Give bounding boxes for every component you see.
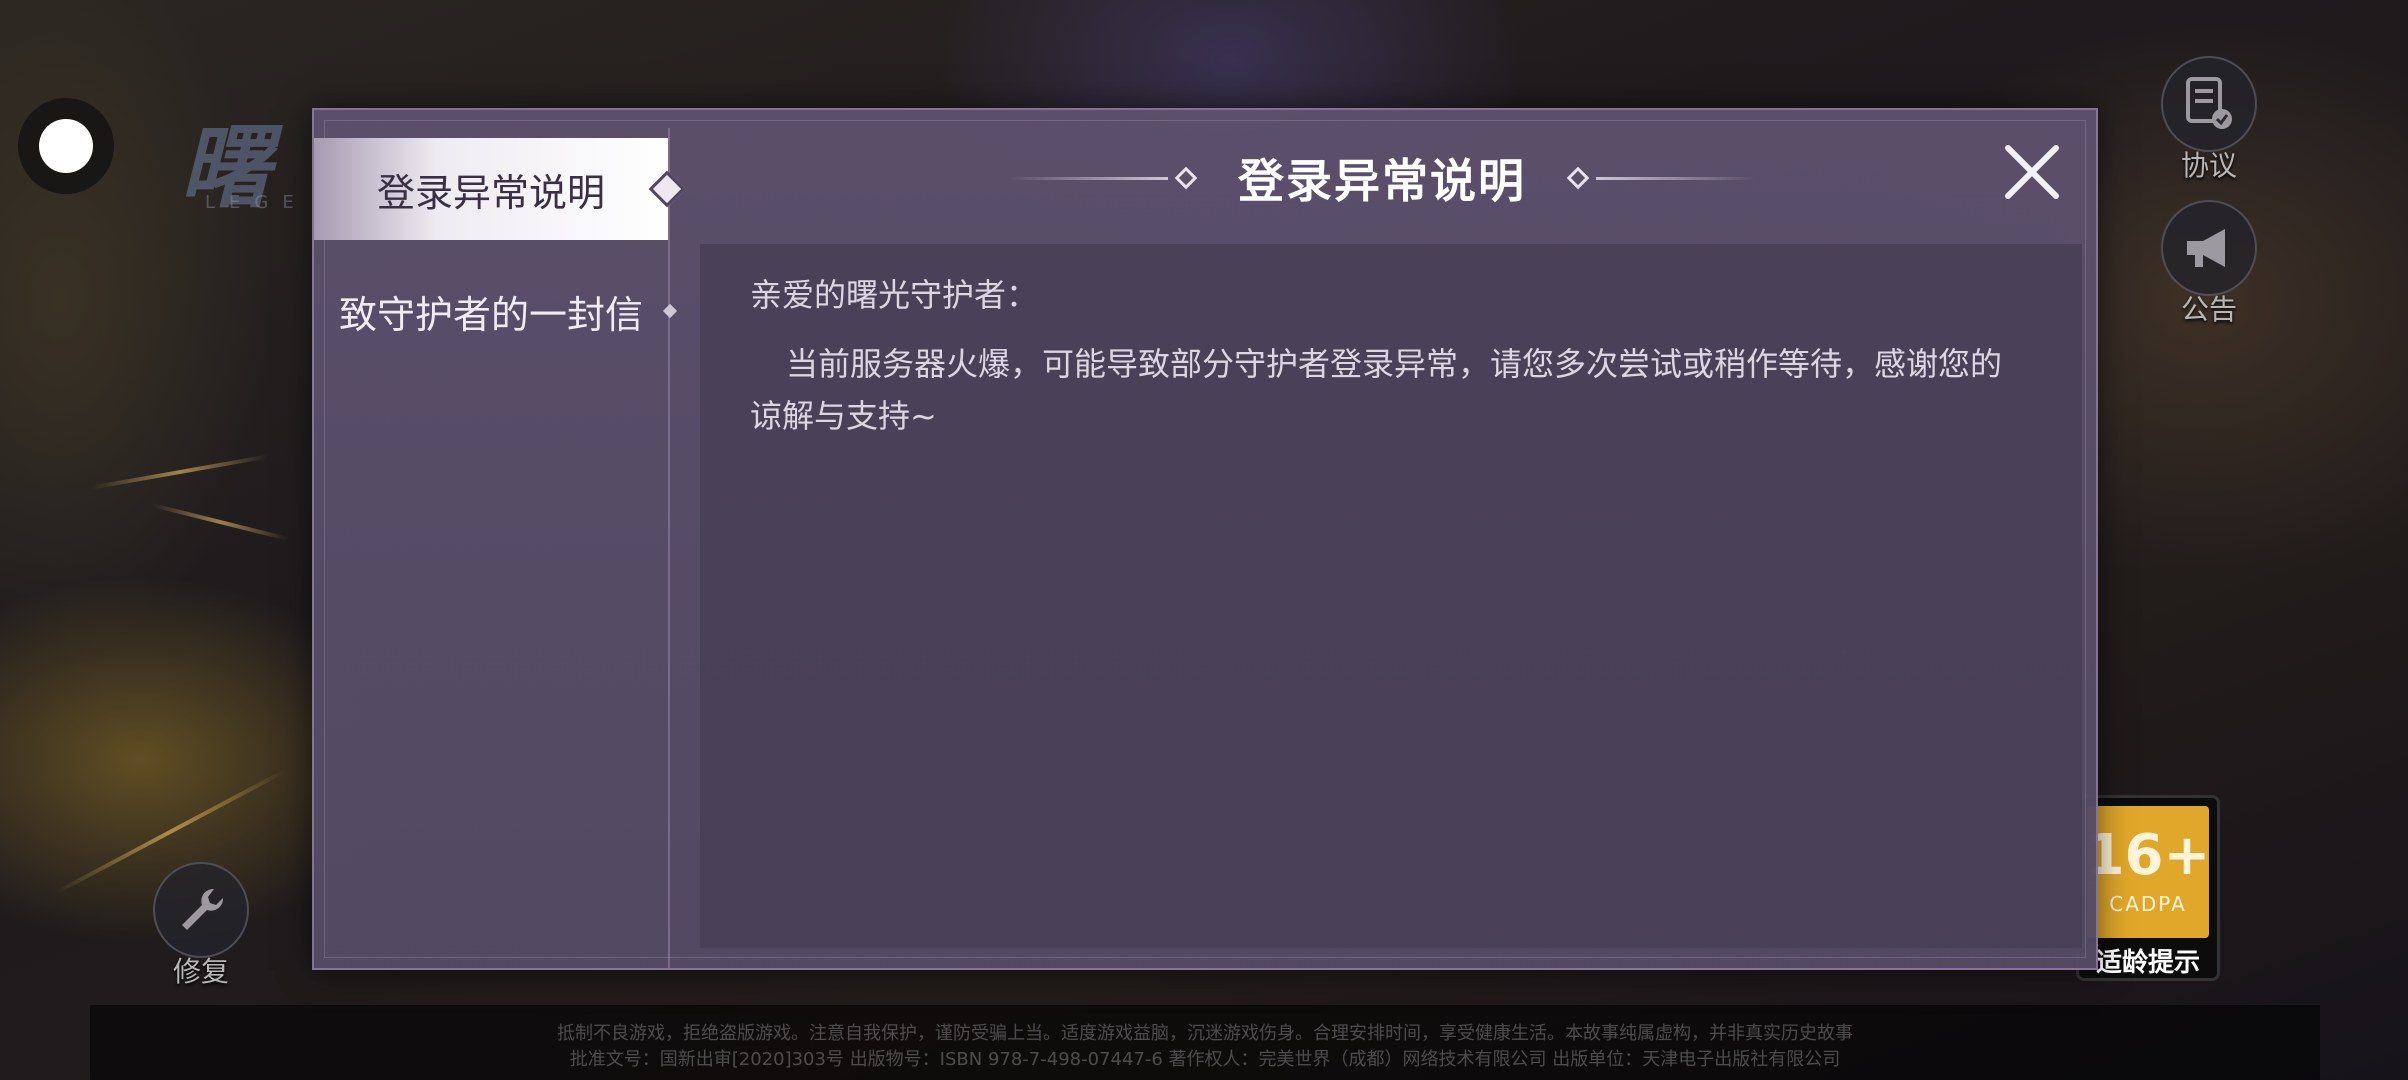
legal-footer-line: 批准文号：国新出审[2020]303号 出版物号：ISBN 978-7-498-… bbox=[569, 1049, 1841, 1070]
light-streak bbox=[151, 503, 289, 541]
tab-diamond-icon bbox=[662, 303, 678, 319]
record-dot-icon bbox=[39, 119, 93, 173]
agreement-label: 协议 bbox=[2180, 149, 2237, 182]
tab-label: 致守护者的一封信 bbox=[338, 292, 643, 337]
legal-footer: 抵制不良游戏，拒绝盗版游戏。注意自我保护，谨防受骗上当。适度游戏益脑，沉迷游戏伤… bbox=[90, 1005, 2320, 1080]
game-login-screen: 曙 LEGE 协议 公告 修复 16+ CADPA 适龄提示 抵制不良游戏，拒绝… bbox=[0, 0, 2408, 1080]
tab-letter-to-guardians[interactable]: 致守护者的一封信 bbox=[314, 260, 678, 362]
repair-button[interactable]: 修复 bbox=[153, 862, 249, 990]
announcement-label: 公告 bbox=[2180, 293, 2237, 326]
title-diamond-icon bbox=[1566, 166, 1590, 190]
legal-footer-line: 抵制不良游戏，拒绝盗版游戏。注意自我保护，谨防受骗上当。适度游戏益脑，沉迷游戏伤… bbox=[557, 1023, 1853, 1044]
agreement-button[interactable]: 协议 bbox=[2161, 56, 2257, 184]
close-button[interactable] bbox=[2002, 142, 2062, 202]
light-streak bbox=[91, 454, 269, 490]
floating-record-button[interactable] bbox=[18, 98, 114, 194]
age-rating-label: 适龄提示 bbox=[2095, 948, 2200, 978]
megaphone-icon bbox=[2161, 200, 2257, 296]
title-divider-left bbox=[1008, 176, 1168, 180]
tab-login-notice[interactable]: 登录异常说明 bbox=[314, 138, 686, 240]
dialog-tab-list: 登录异常说明 致守护者的一封信 bbox=[314, 128, 686, 968]
notice-greeting: 亲爱的曙光守护者： bbox=[750, 276, 1039, 314]
announcement-button[interactable]: 公告 bbox=[2161, 200, 2257, 328]
title-diamond-icon bbox=[1174, 166, 1198, 190]
notice-body: 当前服务器火爆，可能导致部分守护者登录异常，请您多次尝试或稍作等待，感谢您的谅解… bbox=[750, 345, 2003, 435]
notice-content: 亲爱的曙光守护者： 当前服务器火爆，可能导致部分守护者登录异常，请您多次尝试或稍… bbox=[700, 244, 2082, 948]
repair-label: 修复 bbox=[172, 955, 229, 988]
age-rating-number: 16+ bbox=[2085, 823, 2211, 888]
close-icon bbox=[2005, 145, 2059, 199]
tab-label: 登录异常说明 bbox=[376, 170, 605, 215]
dialog-title-bar: 登录异常说明 bbox=[668, 138, 2096, 218]
wrench-icon bbox=[153, 862, 249, 958]
game-logo-subtitle: LEGE bbox=[205, 192, 308, 213]
login-notice-dialog: 登录异常说明 致守护者的一封信 登录异常说明 亲爱的曙光守护者： 当前服务器火爆… bbox=[312, 108, 2098, 970]
age-rating-panel: 16+ CADPA bbox=[2085, 806, 2211, 938]
title-divider-right bbox=[1596, 176, 1756, 180]
age-rating-org: CADPA bbox=[2109, 892, 2187, 916]
dialog-title: 登录异常说明 bbox=[1238, 154, 1526, 208]
document-check-icon bbox=[2161, 56, 2257, 152]
